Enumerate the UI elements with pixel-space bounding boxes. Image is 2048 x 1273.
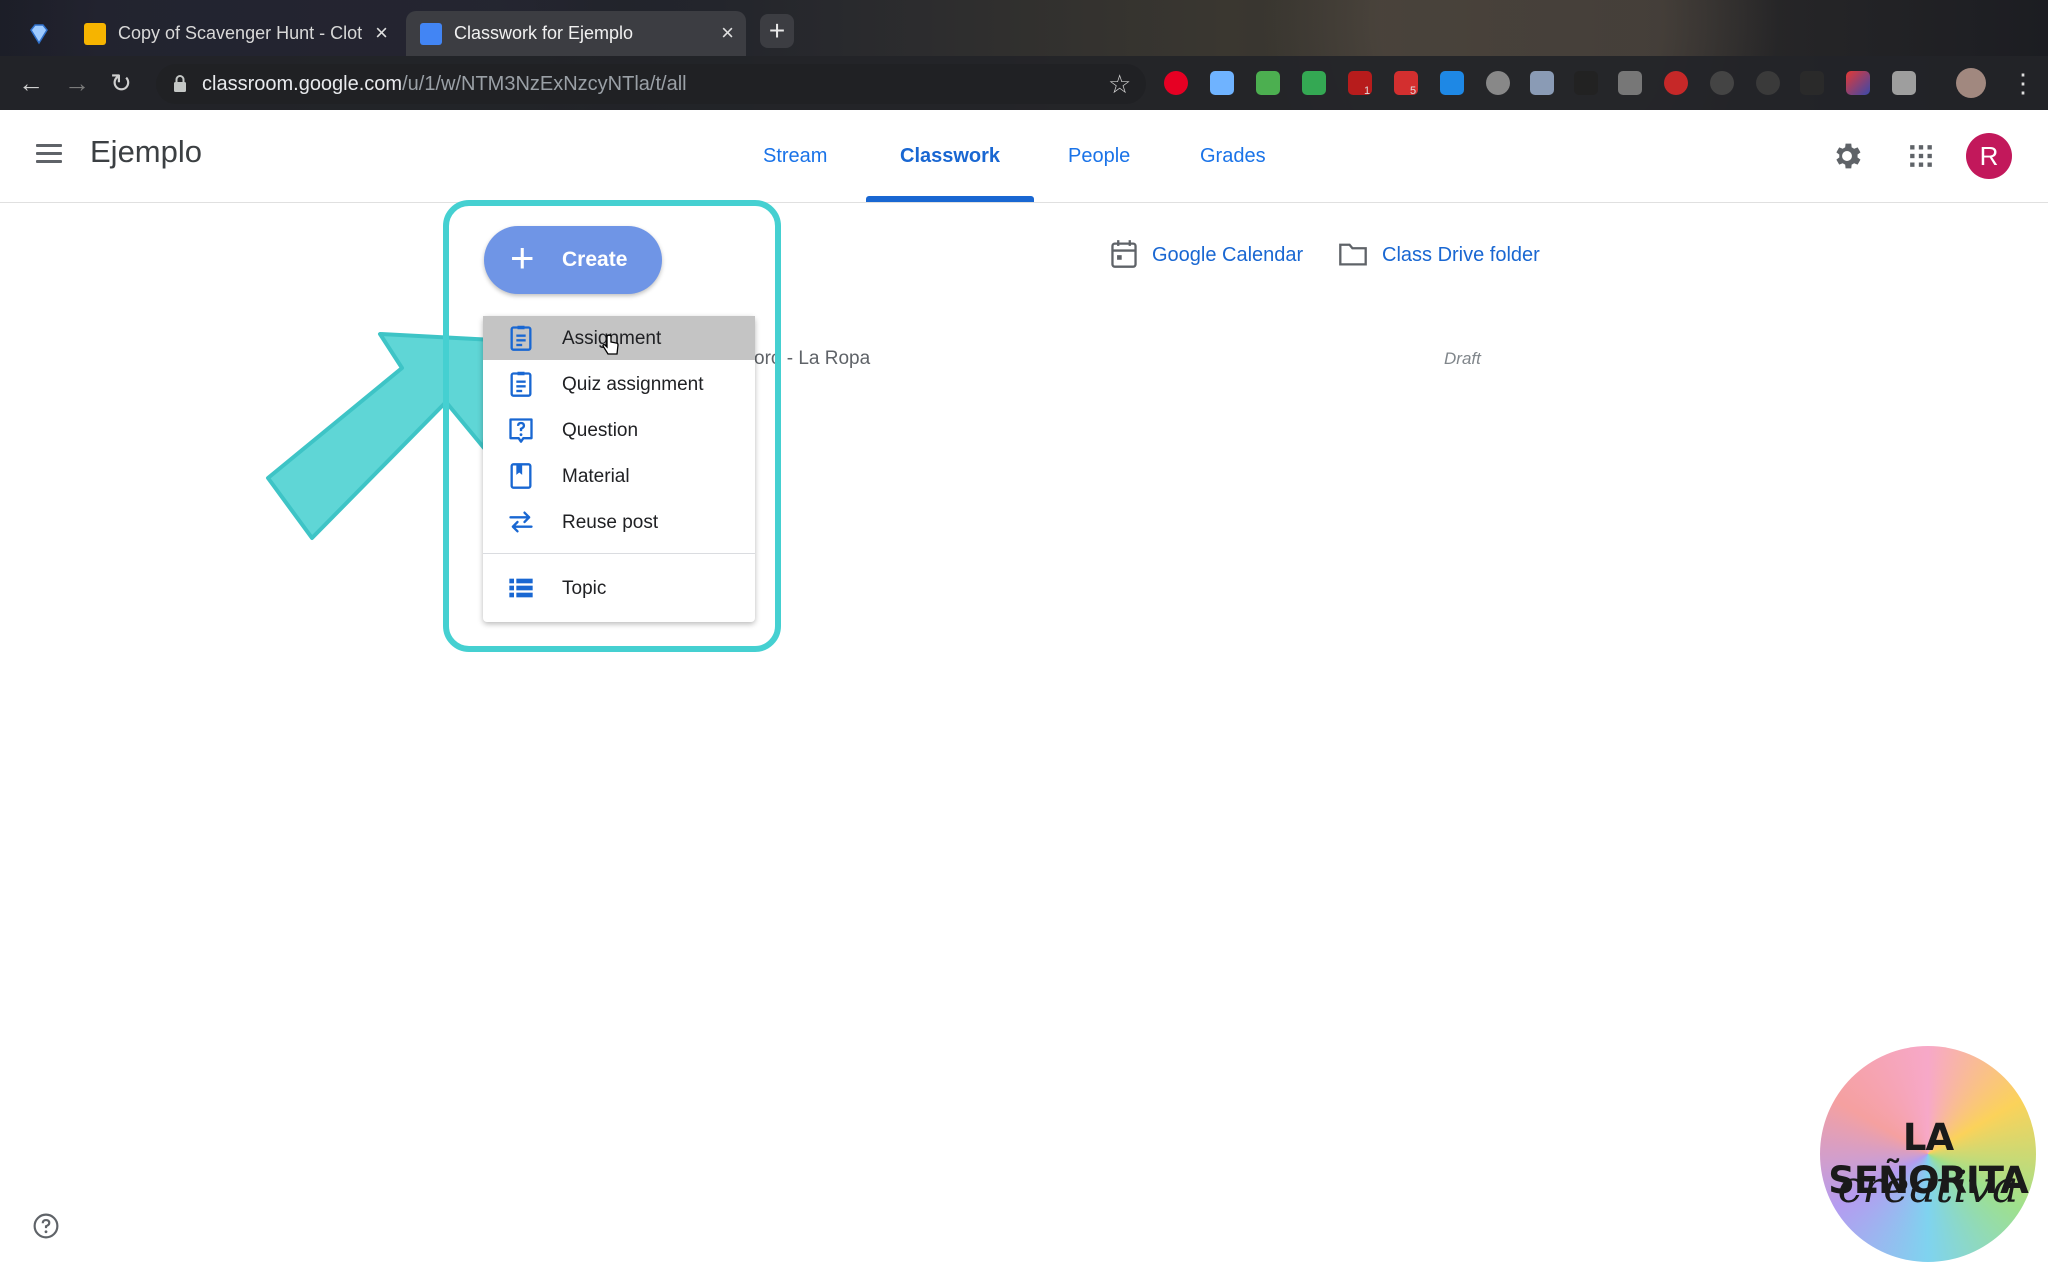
extension-badge: 5 [1410,85,1417,97]
print-extension-icon[interactable] [1256,71,1280,95]
bulb-extension-icon[interactable] [1486,71,1510,95]
watermark-logo: LA SEÑORITA creativa [1820,1046,2036,1262]
menu-item-label: Reuse post [562,512,659,533]
boat-extension-icon[interactable] [1440,71,1464,95]
lock-icon [174,75,186,92]
app-bar: Ejemplo Stream Classwork People Grades R [0,110,2048,203]
classroom-icon [420,22,442,45]
menu-item-assignment[interactable]: Assignment [483,316,755,360]
back-button[interactable]: ← [16,68,46,98]
ublock-extension-icon[interactable]: 1 [1348,71,1372,97]
browser-chrome: Copy of Scavenger Hunt - Cloth × Classwo… [0,0,2048,110]
menu-item-question[interactable]: Question [483,408,755,452]
forward-button[interactable]: → [62,68,92,98]
tab-grades[interactable]: Grades [1200,145,1266,168]
status-badge: Draft [1444,349,1481,368]
pinned-tab[interactable] [14,16,64,52]
folder-icon [1339,243,1367,266]
reuse-icon [509,511,533,533]
diamond-icon [30,24,48,45]
tab-stream[interactable]: Stream [763,145,827,168]
url-text: classroom.google.com/u/1/w/NTM3NzExNzcyN… [202,73,687,96]
gear-icon[interactable] [1830,139,1864,173]
hand-cursor-icon [602,334,619,355]
browser-toolbar: ← → ↻ classroom.google.com/u/1/w/NTM3NzE… [0,56,2048,110]
menu-item-material[interactable]: Material [483,454,755,498]
browser-menu-icon[interactable]: ⋮ [2010,68,2036,99]
tab-title: Classwork for Ejemplo [454,23,634,43]
class-drive-folder-label: Class Drive folder [1382,244,1540,266]
c-extension-icon[interactable] [1710,71,1734,95]
tab-classwork[interactable]: Classwork [900,145,1000,168]
screenshot-extension-icon[interactable] [1892,71,1916,95]
profile-avatar-icon[interactable] [1956,68,1986,98]
assignment-icon [510,325,532,351]
dots-extension-icon[interactable]: 5 [1394,71,1418,97]
tab-title: Copy of Scavenger Hunt - Cloth [118,23,363,43]
watermark-line2: creativa [1837,1162,2019,1213]
menu-item-reuse-post[interactable]: Reuse post [483,500,755,544]
url-path: /u/1/w/NTM3NzExNzcyNTla/t/all [402,73,687,95]
reload-button[interactable]: ↻ [106,68,136,98]
css-extension-icon[interactable] [1618,71,1642,95]
color-extension-icon[interactable] [1846,71,1870,95]
extension-badge: 1 [1364,85,1371,97]
diamond-extension-icon[interactable] [1210,71,1234,95]
browser-tab-classwork[interactable]: Classwork for Ejemplo × [406,11,746,56]
create-button[interactable]: + Create [484,226,662,294]
url-host: classroom.google.com [202,73,403,95]
ring-extension-icon[interactable] [1756,71,1780,95]
menu-item-label: Quiz assignment [562,374,704,395]
help-icon[interactable] [33,1213,59,1239]
address-bar[interactable]: classroom.google.com/u/1/w/NTM3NzExNzcyN… [156,64,1146,104]
google-calendar-label: Google Calendar [1152,244,1304,266]
menu-divider [483,553,755,554]
sa-extension-icon[interactable] [1800,71,1824,95]
apps-grid-icon[interactable] [1908,143,1934,169]
menu-item-topic[interactable]: Topic [483,566,755,610]
sheets-extension-icon[interactable] [1302,71,1326,95]
quiz-icon [510,371,532,397]
menu-item-label: Material [562,466,630,487]
hamburger-menu-icon[interactable] [36,144,62,164]
new-tab-button[interactable]: + [760,14,794,48]
plus-icon: + [510,234,535,281]
question-icon [509,418,533,443]
create-button-label: Create [562,248,628,271]
create-menu: Assignment Quiz assignment Question Mate… [483,316,755,622]
record-extension-icon[interactable] [1664,71,1688,95]
calendar-icon [1111,240,1137,268]
class-name: Ejemplo [90,134,202,169]
tab-people[interactable]: People [1068,145,1130,168]
arrow-extension-icon[interactable] [1574,71,1598,95]
close-tab-icon[interactable]: × [375,21,388,45]
menu-item-label: Question [562,420,639,441]
close-tab-icon[interactable]: × [721,21,734,45]
account-avatar[interactable]: R [1966,133,2012,179]
pinterest-extension-icon[interactable] [1164,71,1188,95]
browser-tab-scavenger-hunt[interactable]: Copy of Scavenger Hunt - Cloth × [70,11,400,56]
material-icon [510,463,532,489]
bookmark-star-icon[interactable]: ☆ [1108,69,1131,100]
slides-icon [84,22,106,45]
topic-icon [509,578,533,598]
menu-item-label: Topic [562,578,607,599]
menu-item-quiz-assignment[interactable]: Quiz assignment [483,362,755,406]
active-tab-indicator [866,196,1034,202]
code-extension-icon[interactable] [1530,71,1554,95]
